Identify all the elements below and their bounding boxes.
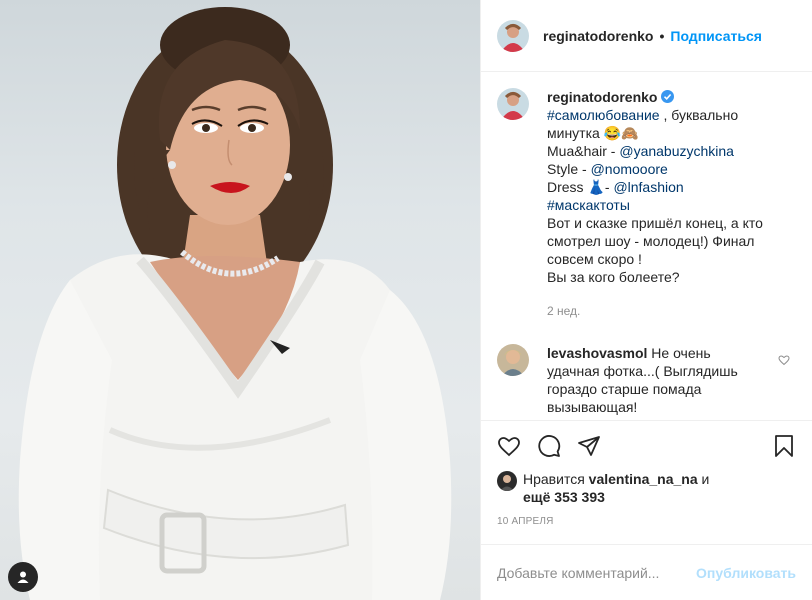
comment-line-1: Не очень bbox=[647, 345, 711, 361]
likes-summary: Нравится valentina_na_na и ещё 353 393 bbox=[481, 470, 812, 510]
caption-line-2: минутка 😂🙈 bbox=[547, 125, 639, 141]
author-username[interactable]: reginatodorenko bbox=[543, 28, 653, 44]
comment-line-2: удачная фотка...( Выглядишь bbox=[547, 363, 738, 379]
post-photo[interactable] bbox=[0, 0, 480, 600]
post-side-panel: reginatodorenko • Подписаться reginatodo… bbox=[480, 0, 812, 600]
heart-icon[interactable] bbox=[497, 434, 521, 458]
caption-line-8: смотрел шоу - молодец!) Финал bbox=[547, 233, 755, 249]
commenter-avatar[interactable] bbox=[497, 344, 529, 376]
caption-line-4-prefix: Style - bbox=[547, 161, 591, 177]
mention-yanabuzychkina[interactable]: @yanabuzychkina bbox=[619, 143, 734, 159]
post-header: reginatodorenko • Подписаться bbox=[481, 0, 812, 72]
comment-line-4: вызывающая! bbox=[547, 399, 638, 415]
author-avatar[interactable] bbox=[497, 19, 529, 52]
caption-line-9: совсем скоро ! bbox=[547, 251, 642, 267]
caption-line-5-prefix: Dress 👗- bbox=[547, 179, 614, 195]
paper-plane-icon[interactable] bbox=[577, 434, 601, 458]
caption-line-7: Вот и сказке пришёл конец, а кто bbox=[547, 215, 763, 231]
portrait-illustration bbox=[18, 7, 452, 600]
add-comment-bar: Опубликовать bbox=[481, 544, 812, 600]
caption-author-avatar[interactable] bbox=[497, 88, 529, 120]
comment-like-heart-icon[interactable] bbox=[778, 354, 790, 366]
hashtag-maskaktoty[interactable]: #маскактоты bbox=[547, 197, 630, 213]
user-tag-icon[interactable] bbox=[8, 562, 38, 592]
caption-username[interactable]: reginatodorenko bbox=[547, 89, 657, 105]
post-actions-bar bbox=[481, 420, 812, 470]
verified-badge-icon bbox=[661, 90, 675, 103]
comments-area[interactable]: reginatodorenko #самолюбование , букваль… bbox=[481, 72, 812, 420]
comment-line-3: гораздо старше помада bbox=[547, 381, 702, 397]
caption-line-10: Вы за кого болеете? bbox=[547, 269, 680, 285]
bookmark-icon[interactable] bbox=[772, 434, 796, 458]
liker-avatar[interactable] bbox=[497, 471, 517, 491]
comment-input[interactable] bbox=[497, 564, 697, 581]
caption-line-1: , буквально bbox=[659, 107, 739, 123]
hashtag-samolyubovanie[interactable]: #самолюбование bbox=[547, 107, 660, 123]
caption-line-3-prefix: Mua&hair - bbox=[547, 143, 620, 159]
mention-lnfashion[interactable]: @lnfashion bbox=[613, 179, 683, 195]
comment-item: levashovasmol Не очень удачная фотка...(… bbox=[497, 344, 796, 416]
liker-username[interactable]: valentina_na_na bbox=[589, 471, 698, 487]
post-date[interactable]: 10 АПРЕЛЯ bbox=[481, 510, 812, 536]
likes-line2-prefix: ещё bbox=[523, 489, 555, 505]
follow-button[interactable]: Подписаться bbox=[670, 28, 762, 44]
publish-button[interactable]: Опубликовать bbox=[696, 565, 796, 581]
caption-timestamp[interactable]: 2 нед. bbox=[547, 302, 763, 320]
separator-dot: • bbox=[659, 27, 665, 44]
post-caption: reginatodorenko #самолюбование , букваль… bbox=[497, 88, 796, 320]
comment-text: levashovasmol Не очень удачная фотка...(… bbox=[547, 344, 757, 416]
comment-icon[interactable] bbox=[537, 434, 561, 458]
likes-count[interactable]: 353 393 bbox=[554, 489, 605, 505]
likes-middle: и bbox=[697, 471, 710, 487]
likes-prefix: Нравится bbox=[523, 471, 589, 487]
commenter-username[interactable]: levashovasmol bbox=[547, 345, 647, 361]
mention-nomooore[interactable]: @nomooore bbox=[591, 161, 668, 177]
instagram-post-modal: reginatodorenko • Подписаться reginatodo… bbox=[0, 0, 812, 600]
caption-text: reginatodorenko #самолюбование , букваль… bbox=[547, 88, 763, 320]
